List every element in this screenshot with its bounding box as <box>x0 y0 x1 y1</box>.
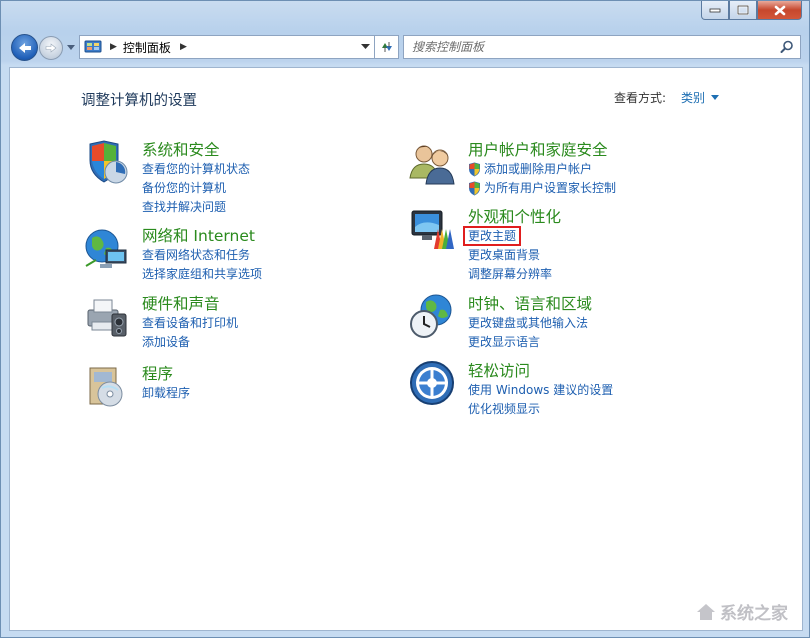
link-recommended-settings[interactable]: 使用 Windows 建议的设置 <box>468 381 613 400</box>
chevron-down-icon <box>711 95 720 100</box>
chevron-down-icon <box>360 44 370 49</box>
clock-language-icon <box>410 294 452 338</box>
refresh-button[interactable] <box>375 35 399 59</box>
address-bar[interactable]: ▶ 控制面板 ▶ <box>79 35 375 59</box>
control-panel-icon <box>84 40 102 53</box>
close-button[interactable] <box>757 1 802 20</box>
view-by-value[interactable]: 类别 <box>681 89 705 106</box>
highlighted-link-change-theme[interactable]: 更改主题 <box>462 226 522 246</box>
category-title[interactable]: 轻松访问 <box>468 359 530 381</box>
search-box[interactable] <box>403 35 801 59</box>
control-panel-window: ▶ 控制面板 ▶ 调整计算机的设置 查看方式: 类别 <box>0 0 810 638</box>
link-change-keyboard[interactable]: 更改键盘或其他输入法 <box>468 314 588 333</box>
link-view-computer-status[interactable]: 查看您的计算机状态 <box>142 160 250 179</box>
back-button[interactable] <box>11 34 38 61</box>
category-user-accounts: 用户帐户和家庭安全 添加或删除用户帐户 为所有用户设置家长控制 <box>408 138 738 198</box>
link-change-theme[interactable]: 更改主题 <box>462 226 552 246</box>
minimize-icon <box>709 8 721 13</box>
refresh-icon <box>381 42 392 52</box>
link-devices-printers[interactable]: 查看设备和打印机 <box>142 314 238 333</box>
breadcrumb-control-panel[interactable]: 控制面板 <box>123 39 171 56</box>
caption-buttons <box>701 1 802 21</box>
link-adjust-resolution[interactable]: 调整屏幕分辨率 <box>468 265 552 284</box>
link-add-device[interactable]: 添加设备 <box>142 333 238 352</box>
link-add-remove-accounts[interactable]: 添加或删除用户帐户 <box>468 160 616 179</box>
watermark-logo-icon <box>697 603 715 620</box>
category-title[interactable]: 硬件和声音 <box>142 292 220 314</box>
view-by-label: 查看方式: <box>614 91 667 105</box>
link-optimize-visual-display[interactable]: 优化视频显示 <box>468 400 613 419</box>
hardware-sound-icon <box>87 299 127 337</box>
system-security-icon <box>89 140 128 184</box>
link-view-network-status[interactable]: 查看网络状态和任务 <box>142 246 262 265</box>
ease-of-access-icon <box>410 361 454 405</box>
link-backup-computer[interactable]: 备份您的计算机 <box>142 179 250 198</box>
watermark-text: 系统之家 <box>720 604 788 624</box>
link-change-display-language[interactable]: 更改显示语言 <box>468 333 588 352</box>
view-by-dropdown[interactable]: 类别 <box>681 89 720 106</box>
programs-icon <box>89 367 123 407</box>
network-icon <box>85 229 127 268</box>
link-find-fix-problems[interactable]: 查找并解决问题 <box>142 198 250 217</box>
address-dropdown[interactable] <box>356 36 374 58</box>
category-appearance: 外观和个性化 更改主题 更改桌面背景 调整屏幕分辨率 <box>408 205 738 281</box>
category-hardware-sound: 硬件和声音 查看设备和打印机 添加设备 <box>82 292 382 352</box>
uac-shield-icon <box>469 181 480 196</box>
link-label[interactable]: 添加或删除用户帐户 <box>484 160 592 179</box>
appearance-icon <box>411 210 454 249</box>
category-system-security: 系统和安全 查看您的计算机状态 备份您的计算机 查找并解决问题 <box>82 138 382 214</box>
category-clock-language: 时钟、语言和区域 更改键盘或其他输入法 更改显示语言 <box>408 292 738 352</box>
maximize-button[interactable] <box>729 1 757 20</box>
close-icon <box>774 5 785 15</box>
breadcrumb-separator[interactable]: ▶ <box>110 42 117 52</box>
page-title: 调整计算机的设置 <box>81 93 197 109</box>
category-ease-of-access: 轻松访问 使用 Windows 建议的设置 优化视频显示 <box>408 359 738 419</box>
category-title[interactable]: 系统和安全 <box>142 138 220 160</box>
maximize-icon <box>737 5 749 15</box>
minimize-button[interactable] <box>701 1 729 20</box>
category-title[interactable]: 外观和个性化 <box>468 205 561 227</box>
link-change-desktop-background[interactable]: 更改桌面背景 <box>468 246 552 265</box>
category-network-internet: 网络和 Internet 查看网络状态和任务 选择家庭组和共享选项 <box>82 224 382 284</box>
category-programs: 程序 卸载程序 <box>82 362 382 412</box>
watermark: 系统之家 <box>696 599 788 624</box>
arrow-left-icon <box>18 42 31 53</box>
recent-pages-icon[interactable] <box>66 42 76 52</box>
main-content: 调整计算机的设置 查看方式: 类别 系统和安全 查看您的计算机状态 备份您的计算… <box>9 67 803 631</box>
category-title[interactable]: 时钟、语言和区域 <box>468 292 592 314</box>
category-title[interactable]: 用户帐户和家庭安全 <box>468 138 608 160</box>
link-label[interactable]: 为所有用户设置家长控制 <box>484 179 616 198</box>
search-input[interactable] <box>412 36 772 58</box>
uac-shield-icon <box>469 162 480 177</box>
link-uninstall-program[interactable]: 卸载程序 <box>142 384 190 403</box>
forward-button[interactable] <box>39 36 63 60</box>
user-accounts-icon <box>409 145 455 185</box>
breadcrumb-separator[interactable]: ▶ <box>180 42 187 52</box>
search-icon[interactable] <box>780 40 794 54</box>
link-homegroup-sharing[interactable]: 选择家庭组和共享选项 <box>142 265 262 284</box>
category-title[interactable]: 程序 <box>142 362 173 384</box>
navigation-bar: ▶ 控制面板 ▶ <box>9 33 805 61</box>
arrow-right-icon <box>45 43 57 53</box>
category-title[interactable]: 网络和 Internet <box>142 224 255 246</box>
link-parental-controls[interactable]: 为所有用户设置家长控制 <box>468 179 616 198</box>
